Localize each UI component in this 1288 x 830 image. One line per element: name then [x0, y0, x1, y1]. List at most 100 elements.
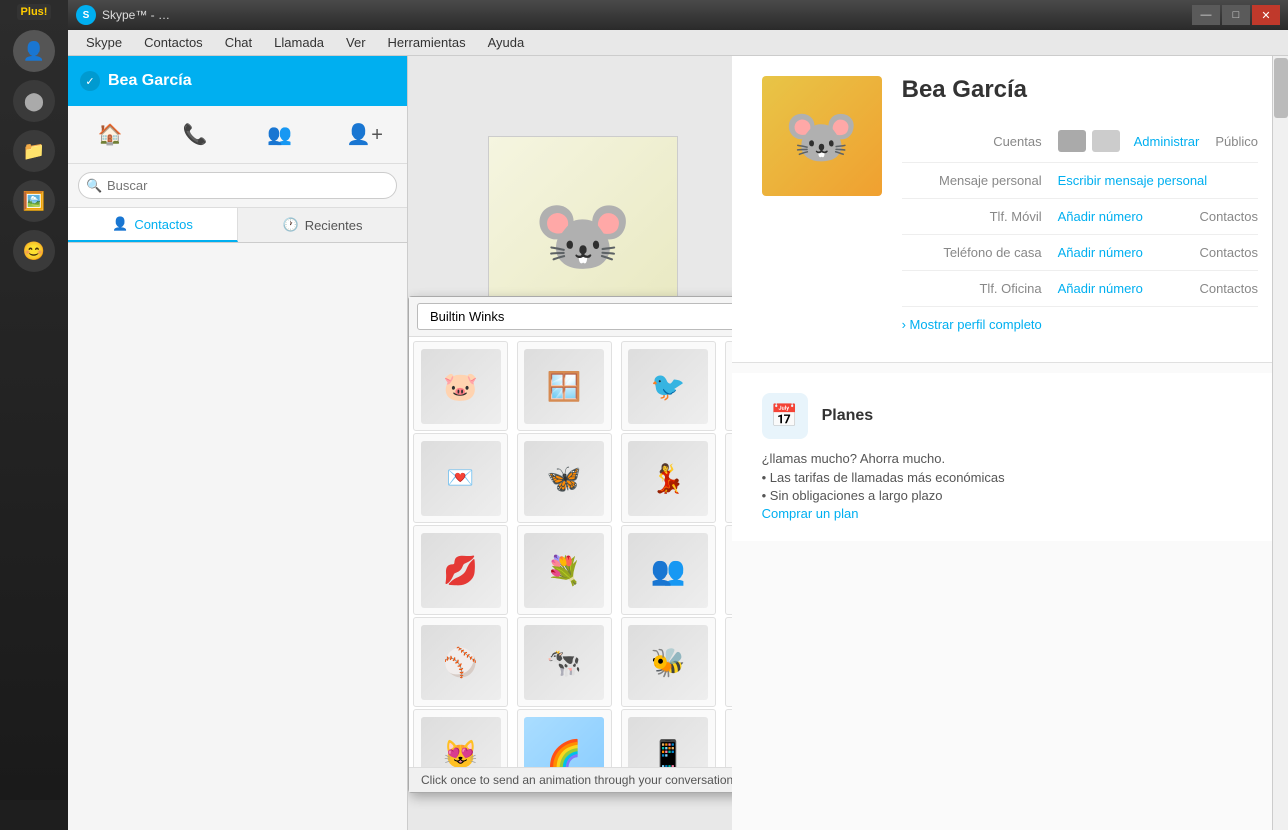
label-mensaje: Mensaje personal: [902, 173, 1042, 188]
label-movil: Tlf. Móvil: [902, 209, 1042, 224]
planes-header: 📅 Planes: [762, 393, 1258, 439]
wink-item[interactable]: 🐷: [413, 341, 508, 431]
planes-calendar-icon: 📅: [762, 393, 808, 439]
plus-icon-profile[interactable]: 👤: [13, 30, 55, 72]
wink-item[interactable]: ⚾: [413, 617, 508, 707]
wink-item[interactable]: 🎁: [725, 433, 732, 523]
tab-recientes-label: Recientes: [305, 218, 363, 233]
wink-item[interactable]: 🐄: [517, 617, 612, 707]
right-scrollbar[interactable]: [1272, 56, 1288, 830]
left-panel: ✓ Bea García 🏠 📞 👥 👤+ 🔍: [68, 56, 408, 830]
winks-status-text: Click once to send an animation through …: [421, 773, 732, 787]
nav-phone-button[interactable]: 📞: [153, 114, 238, 155]
wink-item[interactable]: 🦋: [517, 433, 612, 523]
administrar-link[interactable]: Administrar: [1134, 134, 1200, 149]
search-input[interactable]: [78, 172, 397, 199]
profile-row-movil: Tlf. Móvil Añadir número Contactos: [902, 199, 1258, 235]
menu-llamada[interactable]: Llamada: [264, 32, 334, 53]
title-bar-text: Skype™ - …: [102, 8, 170, 22]
profile-row-oficina: Tlf. Oficina Añadir número Contactos: [902, 271, 1258, 307]
profile-row-mensaje: Mensaje personal Escribir mensaje person…: [902, 163, 1258, 199]
title-bar-controls: — □ ✕: [1192, 5, 1280, 25]
plus-bar: Plus! 👤 ⬤ 📁 🖼️ 😊: [0, 0, 68, 800]
wink-item[interactable]: 🌈: [517, 709, 612, 767]
search-wrapper: 🔍: [78, 172, 397, 199]
comprar-plan-link[interactable]: Comprar un plan: [762, 506, 859, 521]
show-full-profile-link[interactable]: › Mostrar perfil completo: [902, 307, 1258, 342]
planes-desc: ¿llamas mucho? Ahorra mucho.: [762, 451, 1258, 466]
label-casa: Teléfono de casa: [902, 245, 1042, 260]
wink-item[interactable]: 💿: [725, 709, 732, 767]
wink-item[interactable]: 💐: [517, 525, 612, 615]
profile-details: Bea García Cuentas Administrar Público M…: [902, 76, 1258, 342]
close-button[interactable]: ✕: [1252, 5, 1280, 25]
nav-home-button[interactable]: 🏠: [68, 114, 153, 155]
skype-logo: S: [76, 5, 96, 25]
add-movil-link[interactable]: Añadir número: [1058, 209, 1143, 224]
contacts-tabs: 👤 Contactos 🕐 Recientes: [68, 208, 407, 243]
wink-item[interactable]: 🪟: [517, 341, 612, 431]
wink-item[interactable]: ❤️: [725, 525, 732, 615]
wink-item[interactable]: 💃: [621, 433, 716, 523]
title-bar: S Skype™ - … — □ ✕: [68, 0, 1288, 30]
profile-name-left: Bea García: [108, 72, 192, 90]
account-icon-2[interactable]: [1092, 130, 1120, 152]
plus-icon-folder[interactable]: 📁: [13, 130, 55, 172]
search-icon: 🔍: [86, 178, 102, 194]
profile-area: 🐭 Bea García Cuentas Administrar Público: [732, 56, 1288, 363]
profile-status-check: ✓: [80, 71, 100, 91]
planes-bullet-2: • Sin obligaciones a largo plazo: [762, 488, 1258, 503]
cuentas-right: Público: [1215, 134, 1258, 149]
wink-item[interactable]: 😻: [413, 709, 508, 767]
profile-row-cuentas: Cuentas Administrar Público: [902, 120, 1258, 163]
wink-item[interactable]: 💋: [413, 525, 508, 615]
winks-status-bar: Click once to send an animation through …: [409, 767, 732, 792]
wink-item[interactable]: 🐝: [621, 617, 716, 707]
chat-background: 🐭 Builtin Winks More ▼: [408, 56, 732, 830]
plus-icon-emoji[interactable]: 😊: [13, 230, 55, 272]
search-bar: 🔍: [68, 164, 407, 208]
plus-icon-image[interactable]: 🖼️: [13, 180, 55, 222]
profile-row-casa: Teléfono de casa Añadir número Contactos: [902, 235, 1258, 271]
main-layout: ✓ Bea García 🏠 📞 👥 👤+ 🔍: [68, 56, 1288, 830]
menu-chat[interactable]: Chat: [215, 32, 262, 53]
maximize-button[interactable]: □: [1222, 5, 1250, 25]
menu-skype[interactable]: Skype: [76, 32, 132, 53]
oficina-right: Contactos: [1199, 281, 1258, 296]
plus-label: Plus!: [17, 4, 52, 20]
casa-right: Contactos: [1199, 245, 1258, 260]
wink-item[interactable]: 👥: [621, 525, 716, 615]
show-profile-text: › Mostrar perfil completo: [902, 317, 1042, 332]
tab-recientes-icon: 🕐: [283, 217, 299, 233]
winks-popup: Builtin Winks More ▼ 🐷: [408, 296, 732, 793]
plus-icon-circle[interactable]: ⬤: [13, 80, 55, 122]
add-oficina-link[interactable]: Añadir número: [1058, 281, 1143, 296]
escribir-mensaje-link[interactable]: Escribir mensaje personal: [1058, 173, 1208, 188]
planes-bullet-1: • Las tarifas de llamadas más económicas: [762, 470, 1258, 485]
wink-item[interactable]: 😄: [725, 617, 732, 707]
account-icon-1[interactable]: [1058, 130, 1086, 152]
menu-contactos[interactable]: Contactos: [134, 32, 213, 53]
app-window: S Skype™ - … — □ ✕ Skype Contactos Chat …: [68, 0, 1288, 800]
add-casa-link[interactable]: Añadir número: [1058, 245, 1143, 260]
winks-grid-container: 🐷 🪟 🐦 🎈: [409, 337, 732, 767]
winks-category-select[interactable]: Builtin Winks: [417, 303, 732, 330]
tab-contactos-label: Contactos: [134, 217, 193, 232]
tab-recientes[interactable]: 🕐 Recientes: [238, 208, 407, 242]
title-bar-left: S Skype™ - …: [76, 5, 170, 25]
center-content: 🐭 Builtin Winks More ▼: [408, 56, 732, 830]
wink-item[interactable]: 🐦: [621, 341, 716, 431]
minimize-button[interactable]: —: [1192, 5, 1220, 25]
menu-herramientas[interactable]: Herramientas: [378, 32, 476, 53]
nav-add-contact-button[interactable]: 👤+: [322, 114, 407, 155]
profile-avatar: 🐭: [762, 76, 882, 196]
wink-item[interactable]: 💌: [413, 433, 508, 523]
nav-contacts-button[interactable]: 👥: [238, 114, 323, 155]
planes-section: 📅 Planes ¿llamas mucho? Ahorra mucho. • …: [732, 373, 1288, 541]
menu-ayuda[interactable]: Ayuda: [478, 32, 535, 53]
account-icons: Administrar: [1058, 130, 1200, 152]
wink-item[interactable]: 🎈: [725, 341, 732, 431]
menu-ver[interactable]: Ver: [336, 32, 376, 53]
wink-item[interactable]: 📱: [621, 709, 716, 767]
tab-contactos[interactable]: 👤 Contactos: [68, 208, 238, 242]
